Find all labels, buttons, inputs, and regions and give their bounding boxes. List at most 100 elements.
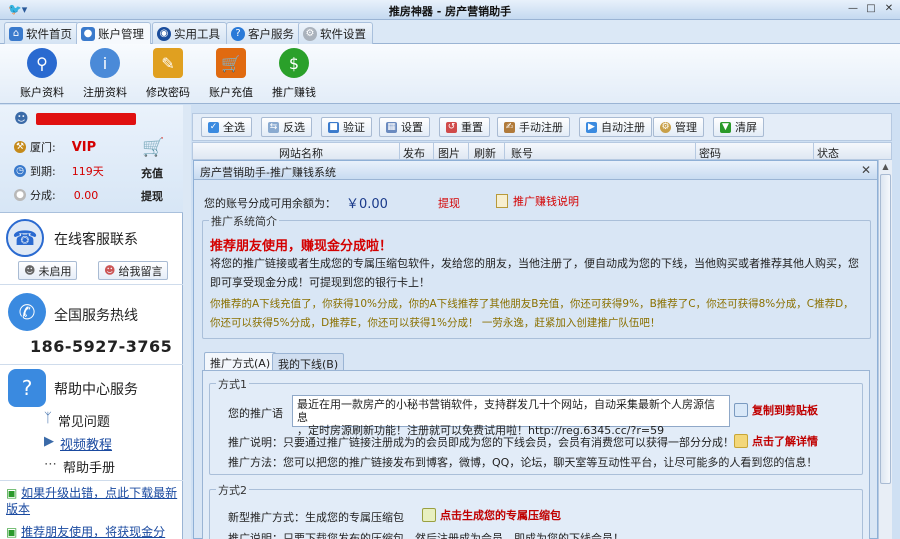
invert-select-button[interactable]: ⇆ 反选 [261, 117, 312, 137]
method2-note: 推广说明：只要下载您发布的压缩包，然后注册成为会员，即成为您的下线会员！ [228, 532, 624, 539]
column-header[interactable]: 图片 [438, 145, 460, 161]
auto-icon: ▶ [586, 121, 597, 133]
column-header[interactable]: 账号 [511, 145, 533, 161]
ribbon-label: 账户资料 [20, 86, 64, 99]
help-icon: ? [231, 26, 245, 41]
online-service-section: ☎ 在线客服联系 ☻ 未启用 ☻ 给我留言 [0, 215, 183, 285]
learn-more-link[interactable]: 点击了解详情 [734, 433, 818, 449]
withdraw-link[interactable]: 提现 [141, 188, 163, 204]
vertical-scrollbar[interactable]: ▲ [878, 160, 892, 539]
promo-text-label: 您的推广语 [228, 407, 283, 420]
dollar-icon: $ [279, 48, 309, 78]
button-label: 未启用 [38, 264, 72, 278]
settings-button[interactable]: ▦ 设置 [379, 117, 430, 137]
verify-icon: ■ [328, 121, 339, 133]
maximize-icon[interactable]: □ [864, 3, 878, 16]
column-divider [468, 143, 469, 159]
button-label: 管理 [675, 121, 697, 134]
select-all-button[interactable]: ✓ 全选 [201, 117, 252, 137]
button-label: 清屏 [735, 121, 757, 134]
headset-icon: ☎ [6, 219, 44, 257]
generate-package-button[interactable]: 点击生成您的专属压缩包 [422, 507, 561, 523]
column-divider [433, 143, 434, 159]
recharge-link[interactable]: 充值 [141, 165, 163, 181]
recharge-button[interactable]: 🛒 账户充值 [199, 48, 263, 102]
tab-my-downline[interactable]: 我的下线(B) [272, 353, 345, 371]
manage-icon: ⚙ [660, 121, 671, 133]
withdraw-link[interactable]: 提现 [438, 195, 460, 211]
user-search-icon: ⚲ [27, 48, 57, 78]
clear-screen-button[interactable]: ▼ 清屏 [713, 117, 764, 137]
tab-home[interactable]: ⌂ 软件首页 [4, 22, 79, 44]
button-label: 复制到剪贴板 [752, 404, 818, 417]
auto-register-button[interactable]: ▶ 自动注册 [579, 117, 652, 137]
copy-clipboard-button[interactable]: 复制到剪贴板 [734, 402, 818, 418]
tab-promote-method[interactable]: 推广方式(A) [204, 352, 277, 370]
title-bar: 🐦▾ 推房神器 - 房产营销助手 — □ ✕ [0, 0, 900, 20]
expire-value: 119天 [71, 165, 104, 178]
leave-message-button[interactable]: ☻ 给我留言 [98, 261, 169, 280]
dots-icon: ⋯ [44, 457, 57, 472]
news-item[interactable]: ▣ 如果升级出错，点此下载最新版本 [6, 485, 178, 517]
splitter[interactable] [183, 105, 191, 539]
news-item[interactable]: ▣ 推荐朋友使用，将获现金分 [6, 523, 182, 539]
account-info-button[interactable]: ⚲ 账户资料 [10, 48, 74, 102]
help-item-video[interactable]: ▶ 视频教程 [44, 434, 112, 453]
promo-text-box[interactable]: 最近在用一款房产的小秘书营销软件，支持群发几十个网站，自动采集最新个人房源信息 … [292, 395, 730, 437]
commission-text: 你推荐的A下线充值了，你获得10%分成，你的A下线推荐了其他朋友B充值，你还可获… [210, 298, 854, 329]
username-redacted [36, 113, 136, 125]
person-icon: ☻ [104, 264, 116, 277]
document-icon [734, 434, 748, 448]
scroll-thumb[interactable] [880, 174, 891, 484]
hammer-icon: ⚒ [14, 141, 26, 153]
column-header[interactable]: 网站名称 [279, 145, 323, 161]
tools-icon: ◉ [157, 26, 171, 41]
column-header[interactable]: 状态 [817, 145, 839, 161]
button-label: 手动注册 [519, 121, 563, 134]
verify-button[interactable]: ■ 验证 [321, 117, 372, 137]
ribbon-label: 推广赚钱 [272, 86, 316, 99]
left-pane: ☻ ⚒ 厦门: VIP ◷ 到期: 119天 ● 分成: 0.00 🛒 充值 提… [0, 105, 183, 539]
ribbon-toolbar: ⚲ 账户资料 i 注册资料 ✎ 修改密码 🛒 账户充值 $ 推广赚钱 [0, 44, 900, 104]
promo-explain-link[interactable]: 推广赚钱说明 [496, 193, 579, 209]
cart-icon[interactable]: 🛒 [142, 137, 164, 158]
intro-text: 将您的推广链接或者生成您的专属压缩包软件，发给您的朋友，当他注册了，便自动成为您… [210, 257, 859, 289]
promote-earn-button[interactable]: $ 推广赚钱 [262, 48, 326, 102]
help-item-manual[interactable]: ⋯ 帮助手册 [44, 457, 115, 476]
group-legend: 方式2 [216, 482, 249, 498]
column-header[interactable]: 密码 [699, 145, 721, 161]
online-service-title: 在线客服联系 [54, 232, 138, 248]
help-item-faq[interactable]: ᛉ 常见问题 [44, 411, 110, 430]
tab-settings[interactable]: ⚙ 软件设置 [298, 22, 373, 44]
package-icon [422, 508, 436, 522]
close-icon[interactable]: ✕ [861, 163, 871, 177]
promo-method: 推广方法：您可以把您的推广链接发布到博客，微博，QQ，论坛，聊天室等互动性平台，… [228, 456, 818, 469]
scroll-up-icon[interactable]: ▲ [880, 162, 891, 172]
promote-method-pane: 方式1 您的推广语 最近在用一款房产的小秘书营销软件，支持群发几十个网站，自动采… [202, 370, 870, 539]
register-info-button[interactable]: i 注册资料 [73, 48, 137, 102]
manual-register-button[interactable]: ✍ 手动注册 [497, 117, 570, 137]
invert-icon: ⇆ [268, 121, 279, 133]
share-value: 0.00 [73, 188, 99, 202]
share-label: 分成: [30, 189, 56, 202]
tab-service[interactable]: ? 客户服务 [226, 22, 301, 44]
help-center-title: 帮助中心服务 [54, 382, 138, 398]
button-label: 点击生成您的专属压缩包 [440, 509, 561, 522]
tab-tools[interactable]: ◉ 实用工具 [152, 22, 227, 44]
not-enabled-button[interactable]: ☻ 未启用 [18, 261, 78, 280]
user-icon: ☻ [14, 111, 29, 127]
reset-button[interactable]: ↺ 重置 [439, 117, 490, 137]
tab-account[interactable]: ● 账户管理 [76, 22, 151, 45]
column-header[interactable]: 刷新 [474, 145, 496, 161]
help-item-label: 视频教程 [60, 438, 113, 453]
close-icon[interactable]: ✕ [882, 3, 896, 16]
level-value: VIP [71, 139, 97, 155]
column-header[interactable]: 发布 [403, 145, 425, 161]
column-divider [695, 143, 696, 159]
manage-button[interactable]: ⚙ 管理 [653, 117, 704, 137]
button-label: 验证 [343, 121, 365, 134]
button-label: 反选 [283, 121, 305, 134]
minimize-icon[interactable]: — [846, 3, 860, 16]
change-password-button[interactable]: ✎ 修改密码 [136, 48, 200, 102]
ribbon-label: 修改密码 [146, 86, 190, 99]
